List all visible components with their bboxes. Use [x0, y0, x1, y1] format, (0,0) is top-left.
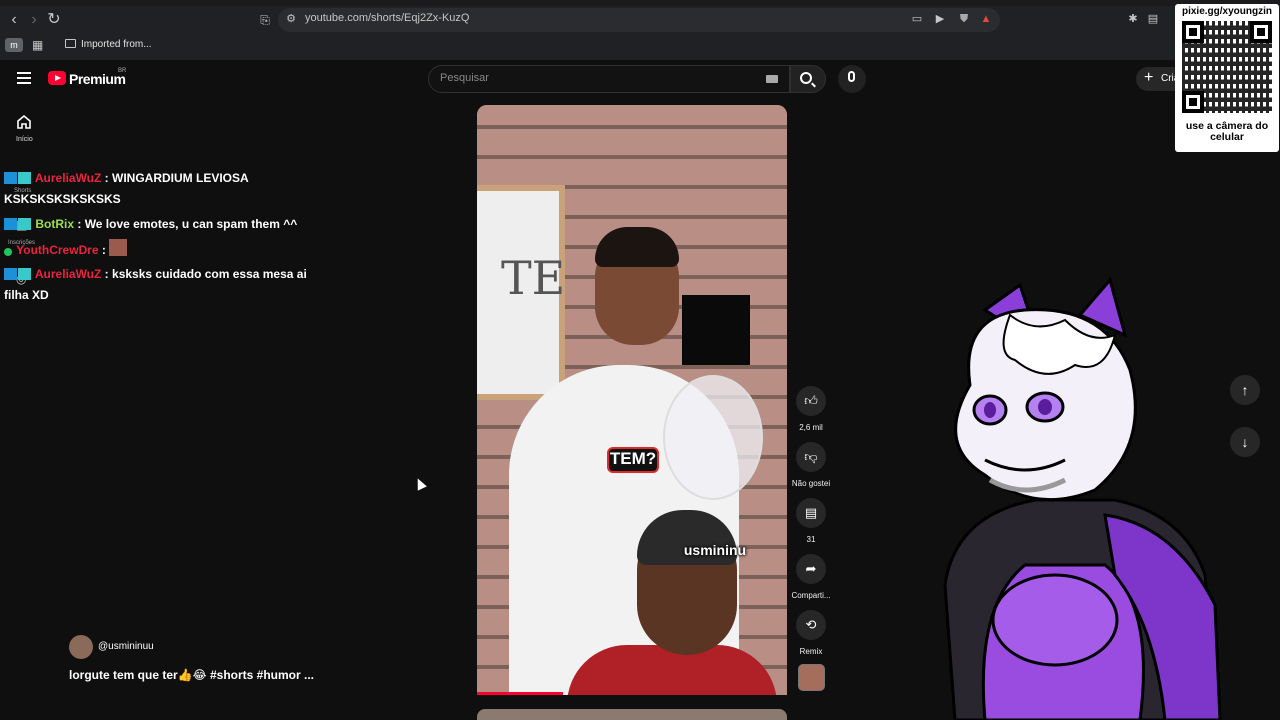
url-text[interactable]: youtube.com/shorts/Eqj2Zx-KuzQ [305, 12, 469, 24]
thumbs-down-icon: 👎︎ [804, 449, 818, 464]
menu-icon[interactable] [17, 72, 31, 84]
previous-short-button[interactable]: ↑ [1230, 375, 1260, 405]
chat-text: We love emotes, u can spam them ^^ [84, 217, 298, 231]
youtube-premium-label[interactable]: Premium [69, 71, 126, 87]
remix-label: Remix [799, 647, 823, 656]
plus-icon: + [1144, 69, 1154, 86]
next-short-preview[interactable] [477, 709, 787, 720]
keyboard-icon[interactable] [766, 75, 778, 83]
badge-icon [18, 218, 31, 230]
cast-icon[interactable]: ▭ [910, 12, 924, 26]
tab-strip [0, 0, 1280, 6]
bookmarks-bar [0, 34, 1280, 58]
like-count: 2,6 mil [799, 423, 823, 432]
badge-icon [18, 268, 31, 280]
bookmark-icon[interactable]: ⎘ [255, 10, 275, 30]
back-icon[interactable]: ‹ [4, 10, 24, 30]
qr-finder-icon [1250, 21, 1272, 43]
caption-handle: usmininu [683, 542, 747, 558]
qr-finder-icon [1182, 91, 1204, 113]
whiteboard-text: TE [501, 251, 566, 305]
folder-icon[interactable] [65, 39, 76, 48]
comment-icon: ▤ [804, 505, 818, 520]
wall-window [682, 295, 750, 365]
rewards-icon[interactable]: ▲ [979, 12, 993, 26]
video-title[interactable]: lorgute tem que ter👍😂 #shorts #humor ... [69, 668, 314, 682]
next-short-button[interactable]: ↓ [1230, 427, 1260, 457]
short-video-player[interactable]: TE [477, 105, 787, 695]
qr-url-text: pixie.gg/xyoungzin [1181, 6, 1272, 17]
microphone-icon [848, 71, 855, 82]
badge-icon [18, 172, 31, 184]
chat-message: BotRix : We love emotes, u can spam them… [4, 214, 324, 235]
forward-icon[interactable]: › [24, 10, 44, 30]
youtube-logo-icon[interactable] [48, 71, 66, 85]
badge-icon [4, 172, 17, 184]
remix-icon: ⟲ [805, 617, 817, 632]
whiteboard: TE [477, 185, 565, 400]
avatar[interactable] [69, 635, 93, 659]
bookmark-folder-label[interactable]: Imported from... [81, 39, 152, 50]
mouse-cursor-icon [413, 476, 427, 491]
chat-message: YouthCrewDre : [4, 239, 324, 261]
share-icon: ➦ [805, 561, 817, 576]
dislike-label: Não gostei [791, 479, 831, 488]
share-label: Comparti... [791, 591, 831, 600]
extensions-icon[interactable]: ✱ [1126, 12, 1140, 26]
emote-icon [109, 239, 128, 256]
verified-icon [4, 248, 12, 256]
chat-username: AureliaWuZ [34, 267, 102, 281]
badge-icon [4, 218, 17, 230]
chat-username: YouthCrewDre [16, 243, 99, 257]
badge-icon [4, 268, 17, 280]
reload-icon[interactable]: ↻ [44, 10, 64, 30]
country-code: BR [118, 68, 127, 74]
chat-message: AureliaWuZ : ksksks cuidado com essa mes… [4, 267, 307, 302]
home-icon[interactable] [16, 114, 32, 130]
caption-bubble-text: TEM? [609, 449, 657, 468]
media-icon[interactable]: ▶ [933, 12, 947, 26]
video-progress-bar[interactable] [477, 692, 563, 695]
thumbs-up-icon: 👍︎ [804, 393, 818, 408]
vtuber-mascot [943, 276, 1222, 720]
comment-count: 31 [806, 535, 816, 544]
apps-grid-icon[interactable]: ▦ [32, 38, 43, 52]
chat-message: AureliaWuZ : WINGARDIUM LEVIOSA KSKSKSKS… [4, 171, 249, 206]
sidebar-item-home[interactable]: Início [16, 136, 33, 143]
site-info-icon[interactable]: ⚙ [284, 12, 298, 26]
person-hair [595, 227, 679, 267]
qr-instruction-text: use a câmera do celular [1185, 120, 1269, 143]
bookmark-m[interactable]: m [5, 38, 23, 52]
brave-shield-icon[interactable]: ⛊ [957, 12, 971, 26]
search-icon [800, 72, 812, 84]
chat-username: AureliaWuZ [34, 171, 102, 185]
audio-thumbnail[interactable] [798, 664, 825, 691]
chat-username: BotRix [35, 217, 75, 231]
sidebar-toggle-icon[interactable]: ▤ [1146, 12, 1160, 26]
channel-name[interactable]: @usmininuu [98, 641, 154, 652]
qr-finder-icon [1182, 21, 1204, 43]
search-placeholder: Pesquisar [440, 72, 489, 84]
glass-bowl [663, 375, 763, 500]
